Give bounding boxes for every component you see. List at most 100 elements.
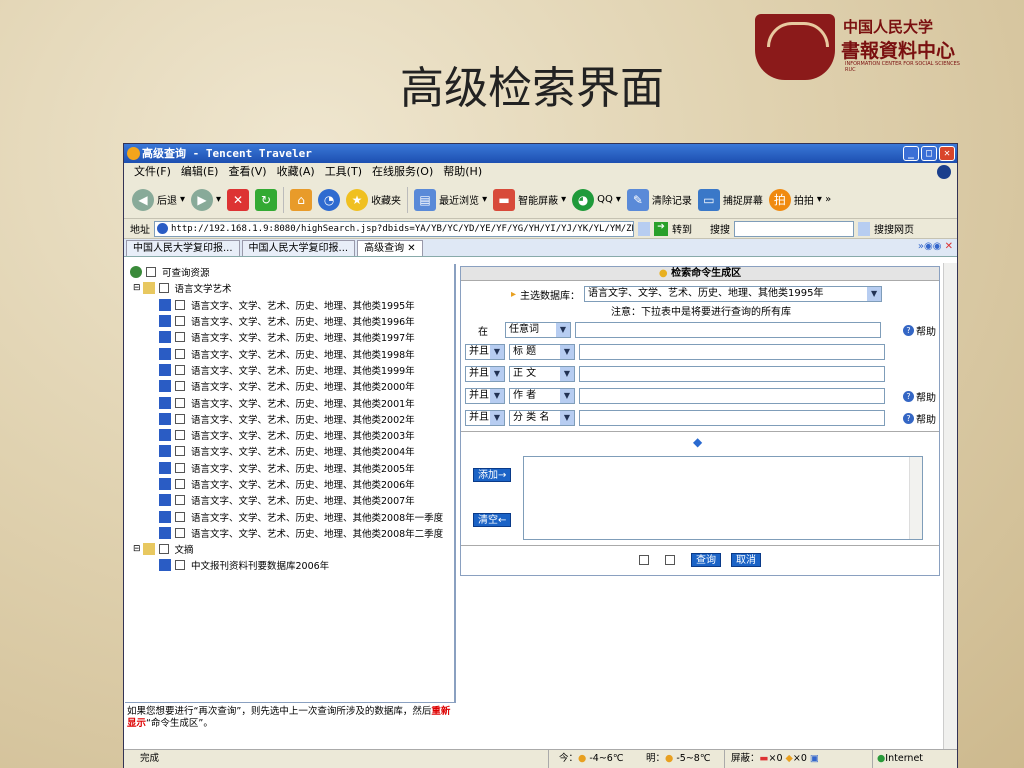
checkbox[interactable] (175, 332, 185, 343)
menu-online[interactable]: 在线服务(O) (372, 163, 433, 181)
query-input[interactable] (579, 366, 885, 382)
tree-item[interactable]: 语言文字、文学、艺术、历史、地理、其他类1995年 (125, 297, 454, 313)
history-clock-icon[interactable]: ◔ (318, 188, 341, 211)
search-button[interactable]: 查询 (691, 553, 721, 567)
close-button[interactable]: ✕ (939, 146, 955, 161)
menu-favorites[interactable]: 收藏(A) (277, 163, 315, 181)
menu-tools[interactable]: 工具(T) (325, 163, 362, 181)
field-select[interactable]: 标 题 ▼ (509, 344, 575, 360)
tree-item[interactable]: 语言文字、文学、艺术、历史、地理、其他类2000年 (125, 378, 454, 394)
op-select[interactable]: 并且 ▼ (465, 344, 505, 360)
home-icon[interactable]: ⌂ (290, 188, 313, 211)
tree-item[interactable]: 语言文字、文学、艺术、历史、地理、其他类1996年 (125, 313, 454, 329)
checkbox[interactable] (146, 267, 156, 278)
tree-item[interactable]: 语言文字、文学、艺术、历史、地理、其他类2004年 (125, 443, 454, 459)
query-input[interactable] (579, 388, 885, 404)
query-input[interactable] (579, 344, 885, 360)
url-dropdown-icon[interactable] (638, 221, 650, 236)
tree-item[interactable]: 语言文字、文学、艺术、历史、地理、其他类2002年 (125, 411, 454, 427)
tab-ruc-2[interactable]: 中国人民大学复印报... (241, 240, 356, 256)
checkbox[interactable] (175, 299, 185, 310)
textarea-scrollbar[interactable] (909, 457, 922, 539)
db-select[interactable]: 语言文字、文学、艺术、历史、地理、其他类1995年 ▼ (584, 286, 883, 302)
op-select[interactable]: 并且 ▼ (465, 366, 505, 382)
query-input[interactable] (579, 410, 885, 426)
command-textarea[interactable] (523, 456, 923, 540)
menu-view[interactable]: 查看(V) (228, 163, 266, 181)
recent-button[interactable]: ▤ 最近浏览 ▾ (414, 188, 487, 211)
checkbox[interactable] (158, 283, 169, 294)
tab-advanced-search[interactable]: 高级查询 ✕ (357, 240, 423, 256)
search-dropdown-icon[interactable] (858, 221, 870, 236)
help-link[interactable]: ? 帮助 (903, 389, 936, 404)
tree-item[interactable]: 语言文字、文学、艺术、历史、地理、其他类2008年一季度 (125, 508, 454, 524)
tree-item[interactable]: 语言文字、文学、艺术、历史、地理、其他类1998年 (125, 345, 454, 361)
checkbox[interactable] (175, 430, 185, 441)
tree-item[interactable]: 语言文字、文学、艺术、历史、地理、其他类2006年 (125, 476, 454, 492)
tree-group-digest[interactable]: ⊟ 文摘 (125, 541, 454, 557)
expand-down-icon[interactable]: ◆ (693, 435, 702, 449)
forward-button[interactable]: ▶ ▾ (191, 188, 221, 211)
refresh-icon[interactable]: ↻ (255, 188, 278, 211)
tree-item[interactable]: 语言文字、文学、艺术、历史、地理、其他类2007年 (125, 492, 454, 508)
checkbox[interactable] (175, 446, 185, 457)
checkbox[interactable] (175, 348, 185, 359)
checkbox[interactable] (175, 316, 185, 327)
tree-item[interactable]: 语言文字、文学、艺术、历史、地理、其他类1997年 (125, 329, 454, 345)
query-input[interactable] (575, 322, 881, 338)
tab-ruc-1[interactable]: 中国人民大学复印报... (126, 240, 240, 256)
photo-button[interactable]: 拍拍拍 ▾ » (768, 188, 831, 211)
collapse-icon[interactable]: ⊟ (133, 544, 141, 554)
smart-block-button[interactable]: ▬ 智能屏蔽 ▾ (493, 188, 566, 211)
checkbox[interactable] (175, 511, 185, 522)
field-select[interactable]: 分 类 名 ▼ (509, 410, 575, 426)
page-scrollbar[interactable] (943, 263, 957, 749)
maximize-button[interactable]: □ (921, 146, 937, 161)
favorites-button[interactable]: ★ 收藏夹 (346, 188, 401, 211)
menu-edit[interactable]: 编辑(E) (181, 163, 219, 181)
help-link[interactable]: ? 帮助 (903, 411, 936, 426)
qq-button[interactable]: ◕ QQ ▾ (572, 188, 621, 211)
tab-close-icon[interactable]: ✕ (407, 243, 415, 254)
op-select[interactable]: 并且 ▼ (465, 388, 505, 404)
search-input[interactable] (734, 220, 854, 237)
checkbox[interactable] (175, 381, 185, 392)
checkbox[interactable] (175, 560, 185, 571)
tree-item[interactable]: 语言文字、文学、艺术、历史、地理、其他类2005年 (125, 460, 454, 476)
back-button[interactable]: ◀ 后退 ▾ (132, 188, 185, 211)
checkbox[interactable] (175, 527, 185, 538)
op-select[interactable]: 并且 ▼ (465, 410, 505, 426)
checkbox[interactable] (175, 462, 185, 473)
help-link[interactable]: ? 帮助 (903, 323, 936, 338)
tree-item[interactable]: 语言文字、文学、艺术、历史、地理、其他类2001年 (125, 394, 454, 410)
option-checkbox-2[interactable] (665, 555, 675, 565)
tree-item[interactable]: 中文报刊资料刊要数据库2006年 (125, 557, 454, 573)
checkbox[interactable] (175, 495, 185, 506)
search-web-button[interactable]: 搜搜网页 (874, 221, 914, 236)
menu-help[interactable]: 帮助(H) (443, 163, 482, 181)
add-button[interactable]: 添加→ (473, 468, 512, 482)
tree-item[interactable]: 语言文字、文学、艺术、历史、地理、其他类2003年 (125, 427, 454, 443)
minimize-button[interactable]: _ (903, 146, 919, 161)
clear-button[interactable]: 清空← (473, 513, 512, 527)
cancel-button[interactable]: 取消 (731, 553, 761, 567)
checkbox[interactable] (175, 364, 185, 375)
go-button[interactable]: 转到 (672, 221, 692, 236)
tree-group-lit[interactable]: ⊟ 语言文学艺术 (125, 280, 454, 296)
tab-nav-icons[interactable]: »◉◉ ✕ (918, 241, 953, 252)
field-select[interactable]: 作 者 ▼ (509, 388, 575, 404)
url-input[interactable]: http://192.168.1.9:8080/highSearch.jsp?d… (154, 220, 634, 237)
field-select[interactable]: 任意词 ▼ (505, 322, 571, 338)
option-checkbox-1[interactable] (639, 555, 649, 565)
checkbox[interactable] (158, 544, 169, 555)
checkbox[interactable] (175, 413, 185, 424)
tree-item[interactable]: 语言文字、文学、艺术、历史、地理、其他类1999年 (125, 362, 454, 378)
collapse-icon[interactable]: ⊟ (133, 283, 141, 293)
tree-item[interactable]: 语言文字、文学、艺术、历史、地理、其他类2008年二季度 (125, 525, 454, 541)
checkbox[interactable] (175, 397, 185, 408)
stop-icon[interactable]: ✕ (227, 188, 250, 211)
capture-button[interactable]: ▭ 捕捉屏幕 (697, 188, 763, 211)
menu-file[interactable]: 文件(F) (134, 163, 171, 181)
go-arrow-icon[interactable]: ➔ (654, 221, 668, 236)
field-select[interactable]: 正 文 ▼ (509, 366, 575, 382)
